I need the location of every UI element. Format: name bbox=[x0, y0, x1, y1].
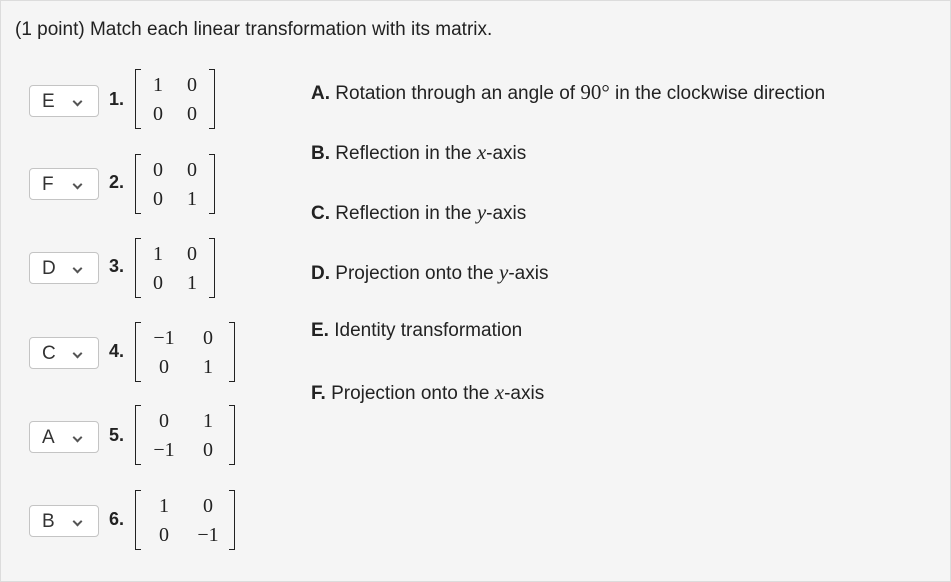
matrix-cell: 1 bbox=[159, 495, 169, 517]
matrix-cell: −1 bbox=[153, 439, 175, 461]
matrix-cell: 1 bbox=[203, 410, 213, 432]
matrix-cell: 0 bbox=[159, 410, 169, 432]
answer-select-3[interactable]: D bbox=[29, 252, 99, 284]
option-text: -axis bbox=[486, 203, 527, 224]
option-math: y bbox=[499, 260, 509, 284]
option-text: Identity transformation bbox=[334, 320, 523, 341]
matrix-5: 0 1 −1 0 bbox=[135, 405, 235, 465]
option-label: E. bbox=[311, 320, 329, 341]
matrix-cell: 1 bbox=[203, 356, 213, 378]
matrix-cell: 1 bbox=[187, 188, 197, 210]
option-text: in the clockwise direction bbox=[609, 83, 826, 104]
chevron-down-icon bbox=[72, 348, 83, 359]
matrix-cell: 0 bbox=[153, 272, 163, 294]
option-label: C. bbox=[311, 203, 330, 224]
item-number: 3. bbox=[109, 256, 125, 276]
chevron-down-icon bbox=[72, 516, 83, 527]
chevron-down-icon bbox=[72, 96, 83, 107]
chevron-down-icon bbox=[72, 263, 83, 274]
option-f: F. Projection onto the x-axis bbox=[311, 380, 544, 405]
answer-select-value: C bbox=[42, 343, 56, 364]
option-text: -axis bbox=[508, 263, 549, 284]
option-label: A. bbox=[311, 83, 330, 104]
option-c: C. Reflection in the y-axis bbox=[311, 200, 526, 225]
matrix-cell: 0 bbox=[203, 439, 213, 461]
answer-select-value: D bbox=[42, 258, 56, 279]
answer-select-value: B bbox=[42, 511, 55, 532]
matrix-cell: 0 bbox=[153, 159, 163, 181]
item-number: 2. bbox=[109, 172, 125, 192]
answer-select-4[interactable]: C bbox=[29, 337, 99, 369]
matrix-cell: 0 bbox=[153, 188, 163, 210]
matrix-cell: −1 bbox=[197, 524, 219, 546]
option-text: Projection onto the bbox=[335, 263, 499, 284]
item-number: 5. bbox=[109, 425, 125, 445]
matrix-cell: 0 bbox=[203, 327, 213, 349]
matrix-4: −1 0 0 1 bbox=[135, 322, 235, 382]
item-number: 4. bbox=[109, 341, 125, 361]
question-prompt: (1 point) Match each linear transformati… bbox=[15, 19, 493, 40]
option-text: -axis bbox=[486, 143, 527, 164]
matrix-3: 1 0 0 1 bbox=[135, 238, 215, 298]
option-text: Reflection in the bbox=[335, 203, 477, 224]
option-text: Rotation through an angle of bbox=[335, 83, 581, 104]
matrix-cell: 1 bbox=[187, 272, 197, 294]
answer-select-2[interactable]: F bbox=[29, 168, 99, 200]
chevron-down-icon bbox=[72, 432, 83, 443]
option-label: D. bbox=[311, 263, 330, 284]
matrix-cell: 0 bbox=[203, 495, 213, 517]
matrix-cell: 1 bbox=[153, 243, 163, 265]
matrix-cell: 1 bbox=[153, 74, 163, 96]
option-a: A. Rotation through an angle of 90° in t… bbox=[311, 80, 825, 105]
option-math: y bbox=[476, 200, 487, 224]
option-math: x bbox=[476, 140, 487, 164]
option-math: x bbox=[494, 380, 505, 404]
matrix-cell: 0 bbox=[159, 524, 169, 546]
option-e: E. Identity transformation bbox=[311, 320, 522, 342]
option-d: D. Projection onto the y-axis bbox=[311, 260, 548, 285]
option-text: Reflection in the bbox=[335, 143, 477, 164]
matrix-6: 1 0 0 −1 bbox=[135, 490, 235, 550]
answer-select-1[interactable]: E bbox=[29, 85, 99, 117]
option-text: -axis bbox=[504, 383, 545, 404]
answer-select-value: E bbox=[42, 91, 55, 112]
matrix-cell: 0 bbox=[187, 103, 197, 125]
matrix-2: 0 0 0 1 bbox=[135, 154, 215, 214]
item-number: 1. bbox=[109, 89, 125, 109]
answer-select-value: F bbox=[42, 174, 54, 195]
option-label: B. bbox=[311, 143, 330, 164]
matrix-cell: 0 bbox=[187, 74, 197, 96]
matrix-cell: 0 bbox=[159, 356, 169, 378]
chevron-down-icon bbox=[72, 179, 83, 190]
answer-select-value: A bbox=[42, 427, 55, 448]
matrix-cell: −1 bbox=[153, 327, 175, 349]
option-math: 90° bbox=[580, 80, 610, 104]
option-label: F. bbox=[311, 383, 326, 404]
option-b: B. Reflection in the x-axis bbox=[311, 140, 526, 165]
answer-select-6[interactable]: B bbox=[29, 505, 99, 537]
matrix-cell: 0 bbox=[153, 103, 163, 125]
matrix-cell: 0 bbox=[187, 243, 197, 265]
question-panel: (1 point) Match each linear transformati… bbox=[0, 0, 951, 582]
matrix-1: 1 0 0 0 bbox=[135, 69, 215, 129]
option-text: Projection onto the bbox=[331, 383, 495, 404]
matrix-cell: 0 bbox=[187, 159, 197, 181]
answer-select-5[interactable]: A bbox=[29, 421, 99, 453]
item-number: 6. bbox=[109, 509, 125, 529]
